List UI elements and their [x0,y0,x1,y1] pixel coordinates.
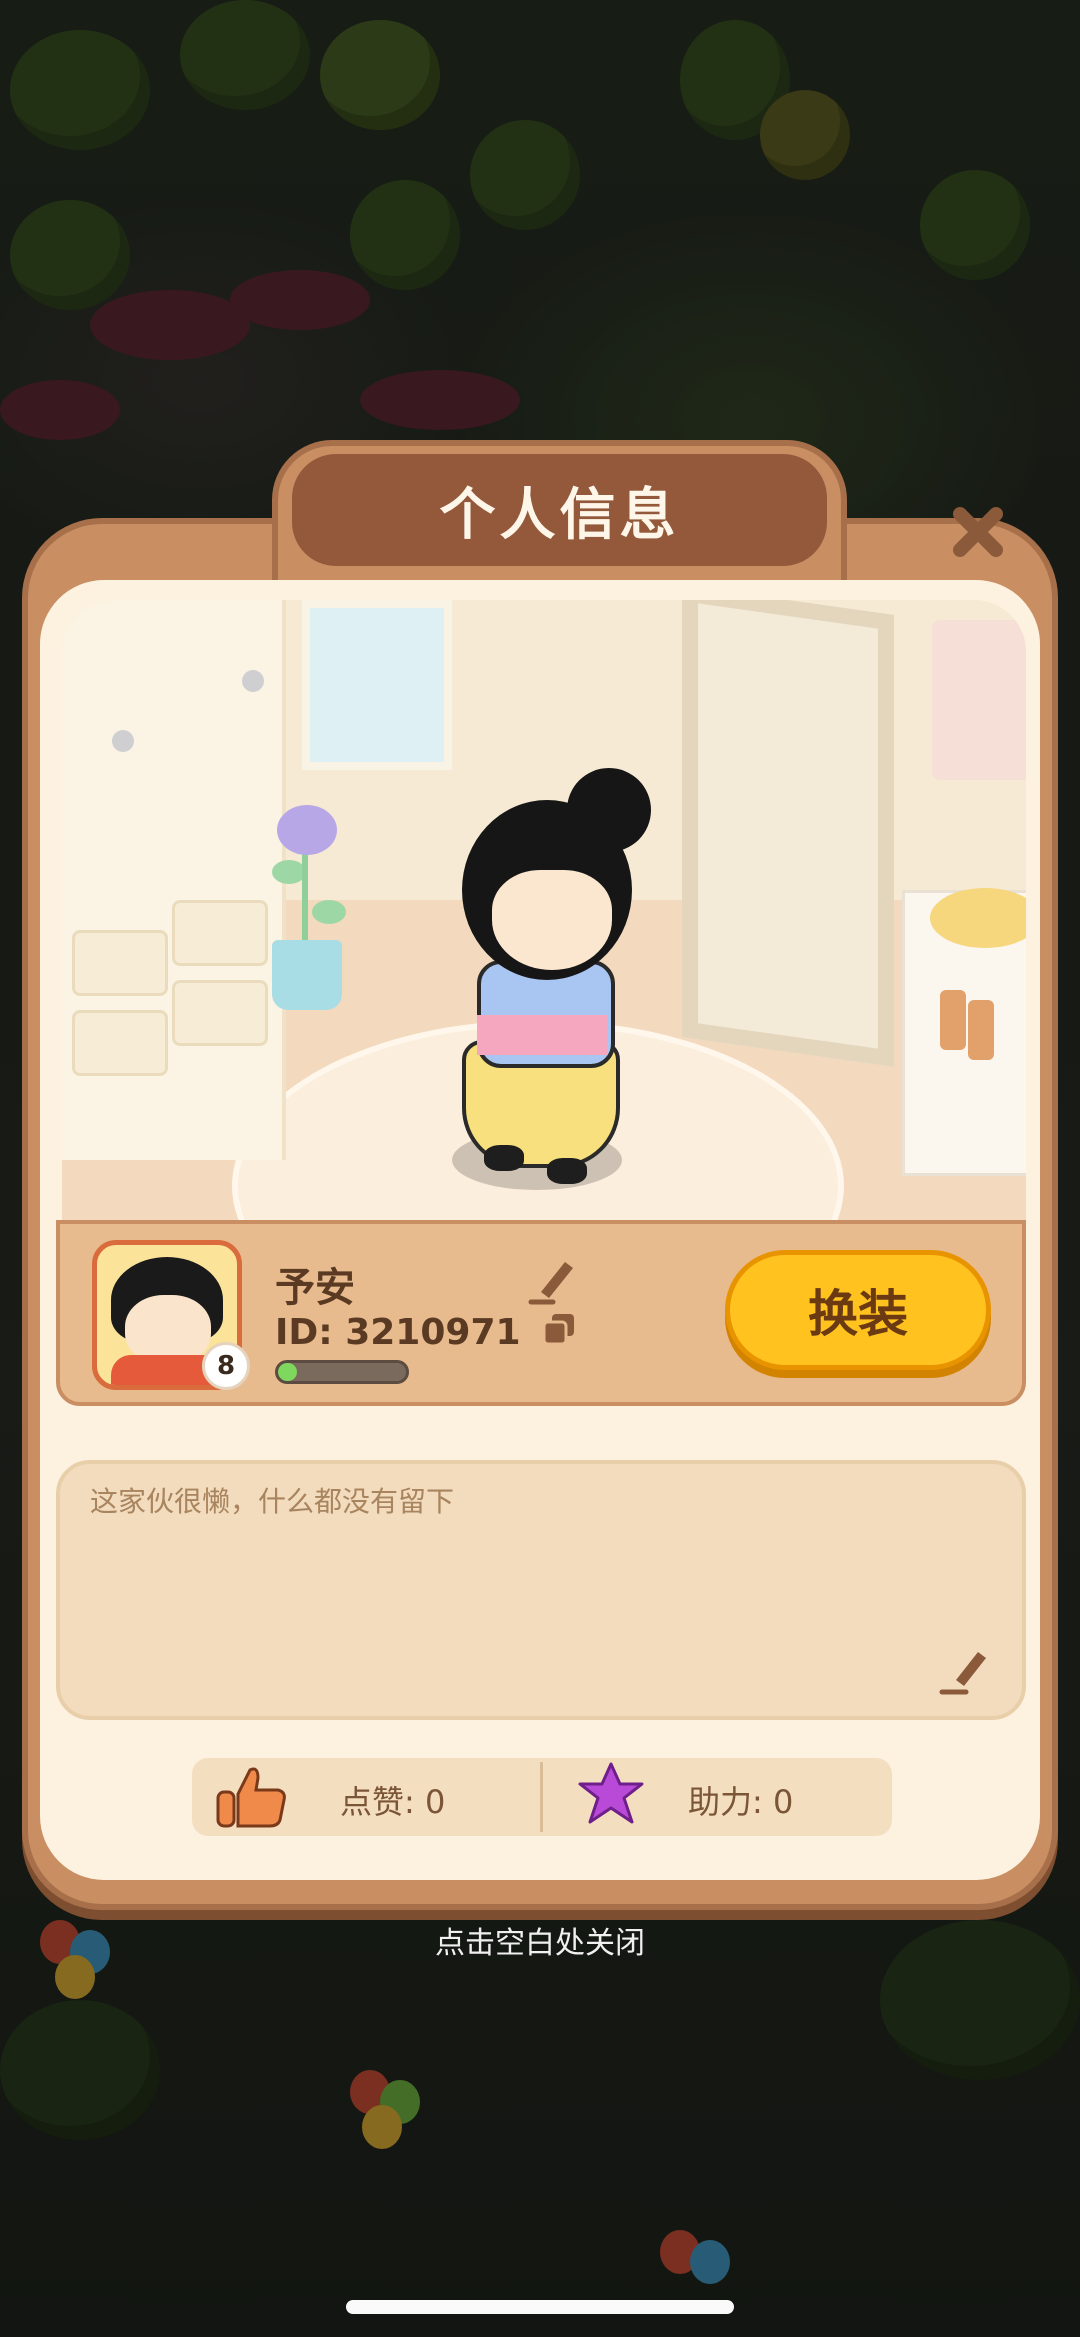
bio-box[interactable]: 这家伙很懒，什么都没有留下 [56,1460,1026,1720]
plant-leaf [272,860,306,884]
tap-to-close-hint: 点击空白处关闭 [435,1926,645,1961]
character-foot [547,1158,587,1184]
character-bun [567,768,651,852]
wardrobe-cabinet [62,600,286,1160]
pencil-icon [528,1262,573,1305]
drawer [72,1010,168,1076]
standing-mirror [682,600,894,1067]
thumbs-up-icon [216,1767,286,1828]
experience-fill [278,1363,298,1381]
dress-up-label: 换装 [808,1285,908,1343]
drawer [172,980,268,1046]
close-icon [953,507,1003,557]
character-shirt-print [477,1015,607,1055]
bio-text: 这家伙很懒，什么都没有留下 [90,1485,455,1518]
copy-icon [542,1314,574,1346]
like-button[interactable] [216,1764,290,1830]
home-indicator[interactable] [346,2300,734,2314]
stats-divider [540,1762,543,1832]
plant-flower [277,805,337,855]
pencil-icon [939,1652,986,1695]
plant-leaf [312,900,346,924]
bottle [968,1000,994,1060]
edit-name-button[interactable] [527,1250,583,1306]
assist-count: 助力: 0 [688,1783,794,1821]
user-id: ID: 3210971 [275,1312,521,1353]
profile-dialog: 个人信息 8 予安 ID: 3210971 换装 这家伙很懒，什么都没有留下 点… [22,440,1058,1910]
edit-bio-button[interactable] [936,1640,992,1696]
likes-count: 点赞: 0 [340,1783,446,1821]
room-window [302,600,452,770]
drawer [172,900,268,966]
drawer [72,930,168,996]
level-badge: 8 [202,1342,250,1390]
bottle [940,990,966,1050]
experience-bar [275,1360,409,1384]
close-button[interactable] [942,496,1014,568]
plant-pot [272,940,342,1010]
cabinet-knob [112,730,134,752]
dialog-title: 个人信息 [439,482,680,548]
cabinet-knob [242,670,264,692]
assist-button[interactable] [576,1760,646,1830]
dress-up-button[interactable]: 换装 [725,1250,991,1370]
copy-id-button[interactable] [540,1310,580,1350]
star-icon [578,1762,644,1824]
character-foot [484,1145,524,1171]
character-face [492,870,612,970]
clothes-rack [932,620,1026,780]
title-banner: 个人信息 [292,454,827,566]
username: 予安 [275,1265,355,1311]
